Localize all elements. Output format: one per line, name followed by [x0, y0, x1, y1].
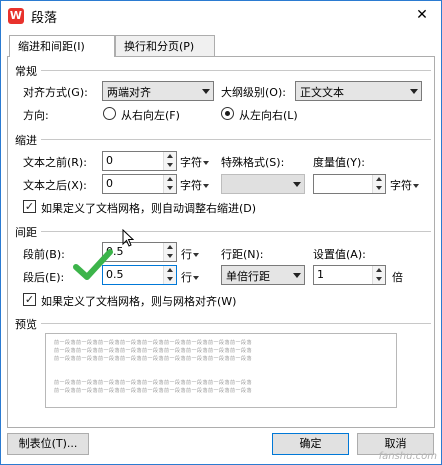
unit-label: 行: [181, 271, 192, 284]
special-format-label: 特殊格式(S):: [221, 156, 285, 169]
direction-ltr-label[interactable]: 从左向右(L): [239, 107, 298, 123]
unit-label: 字符: [390, 179, 412, 192]
dialog-title: 段落: [31, 11, 58, 26]
space-before-input[interactable]: 0.5: [102, 242, 177, 262]
mouse-pointer-icon: [122, 229, 134, 247]
measure-label: 度量值(Y):: [313, 156, 366, 169]
outline-level-value: 正文文本: [300, 86, 344, 99]
spacing-grid-checkbox[interactable]: ✓: [23, 293, 36, 306]
setting-unit-label: 倍: [392, 271, 403, 284]
divider: [41, 231, 431, 232]
tabs-button[interactable]: 制表位(T)...: [7, 433, 89, 455]
setting-value: 1: [317, 268, 324, 281]
caret-down-icon: [203, 161, 209, 165]
tab-line-page-breaks[interactable]: 换行和分页(P): [115, 35, 215, 56]
preview-line: 前一段落前一段落前一段落前一段落前一段落前一段落前一段落前一段落前一段落: [54, 348, 253, 354]
chevron-down-icon: [293, 182, 301, 187]
outline-level-select[interactable]: 正文文本: [295, 81, 422, 101]
outline-level-label: 大纲级别(O):: [221, 86, 286, 99]
indent-after-unit-dropdown[interactable]: 字符: [180, 177, 209, 193]
section-preview-label: 预览: [15, 316, 41, 332]
indent-before-value: 0: [106, 154, 113, 167]
measure-input[interactable]: [313, 174, 386, 194]
alignment-label: 对齐方式(G):: [23, 86, 88, 99]
spinner-arrows-icon[interactable]: [372, 266, 385, 284]
indent-before-unit-dropdown[interactable]: 字符: [180, 154, 209, 170]
setting-value-input[interactable]: 1: [313, 265, 386, 285]
preview-line: 前一段落前一段落前一段落前一段落前一段落前一段落前一段落前一段落前一段落: [54, 340, 253, 346]
direction-rtl-radio[interactable]: [103, 107, 116, 120]
measure-unit-dropdown[interactable]: 字符: [390, 177, 419, 193]
green-checkmark-icon: [73, 249, 113, 280]
section-general-label: 常规: [15, 63, 41, 79]
space-before-label: 段前(B):: [23, 248, 65, 261]
indent-grid-checkbox-label[interactable]: 如果定义了文档网格，则自动调整右缩进(D): [41, 200, 256, 216]
space-after-label: 段后(E):: [23, 271, 65, 284]
divider: [41, 70, 431, 71]
spacing-grid-checkbox-label[interactable]: 如果定义了文档网格，则与网格对齐(W): [41, 293, 236, 309]
checkbox-check-icon: ✓: [24, 293, 35, 306]
tab-indent-spacing[interactable]: 缩进和间距(I): [9, 35, 115, 57]
indent-after-value: 0: [106, 177, 113, 190]
indent-before-input[interactable]: 0: [102, 151, 177, 171]
unit-label: 字符: [180, 179, 202, 192]
indent-after-input[interactable]: 0: [102, 174, 177, 194]
special-format-select[interactable]: [221, 174, 305, 194]
checkbox-check-icon: ✓: [24, 200, 35, 213]
direction-rtl-label[interactable]: 从右向左(F): [121, 107, 180, 123]
chevron-down-icon: [202, 89, 210, 94]
preview-line: 前一段落前一段落前一段落前一段落前一段落前一段落前一段落前一段落前一段落: [54, 380, 253, 386]
line-spacing-label: 行距(N):: [221, 248, 264, 261]
divider: [41, 139, 431, 140]
watermark: fanshu.com: [378, 451, 437, 462]
close-icon[interactable]: ✕: [407, 3, 437, 27]
paragraph-preview: 前一段落前一段落前一段落前一段落前一段落前一段落前一段落前一段落前一段落 前一段…: [45, 333, 397, 408]
direction-label: 方向:: [23, 109, 49, 122]
space-after-input[interactable]: 0.5: [102, 265, 177, 285]
alignment-value: 两端对齐: [107, 86, 151, 99]
indent-grid-checkbox[interactable]: ✓: [23, 200, 36, 213]
preview-line: 前一段落前一段落前一段落前一段落前一段落前一段落前一段落前一段落前一段落: [54, 388, 253, 394]
ok-button[interactable]: 确定: [272, 433, 349, 455]
spinner-arrows-icon[interactable]: [163, 266, 176, 284]
chevron-down-icon: [293, 273, 301, 278]
caret-down-icon: [193, 253, 199, 257]
title-bar: W 段落 ✕: [1, 1, 441, 31]
direction-ltr-radio[interactable]: [221, 107, 234, 120]
spinner-arrows-icon[interactable]: [372, 175, 385, 193]
unit-label: 行: [181, 248, 192, 261]
spinner-arrows-icon[interactable]: [163, 152, 176, 170]
indent-after-label: 文本之后(X):: [23, 179, 87, 192]
unit-label: 字符: [180, 156, 202, 169]
space-after-unit-dropdown[interactable]: 行: [181, 269, 199, 285]
divider: [41, 323, 431, 324]
chevron-down-icon: [410, 89, 418, 94]
space-before-unit-dropdown[interactable]: 行: [181, 246, 199, 262]
wps-app-icon: W: [8, 8, 24, 24]
paragraph-dialog: W 段落 ✕ 缩进和间距(I) 换行和分页(P) 常规 对齐方式(G): 两端对…: [0, 0, 442, 465]
line-spacing-select[interactable]: 单倍行距: [221, 265, 305, 285]
caret-down-icon: [203, 184, 209, 188]
section-spacing-label: 间距: [15, 224, 41, 240]
setting-value-label: 设置值(A):: [313, 248, 366, 261]
indent-before-label: 文本之前(R):: [23, 156, 87, 169]
caret-down-icon: [193, 276, 199, 280]
section-indent-label: 缩进: [15, 132, 41, 148]
line-spacing-value: 单倍行距: [226, 270, 270, 283]
preview-line: 前一段落前一段落前一段落前一段落前一段落前一段落前一段落前一段落前一段落: [54, 356, 253, 362]
caret-down-icon: [413, 184, 419, 188]
spinner-arrows-icon[interactable]: [163, 243, 176, 261]
spinner-arrows-icon[interactable]: [163, 175, 176, 193]
alignment-select[interactable]: 两端对齐: [102, 81, 214, 101]
